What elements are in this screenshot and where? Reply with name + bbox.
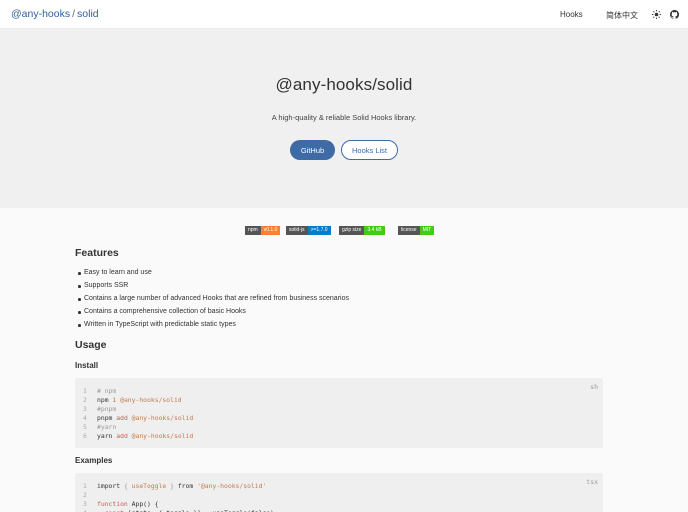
badge-label: gzip size — [339, 226, 365, 235]
code-line: 5 #yarn — [83, 423, 193, 432]
top-navbar: @any-hooks / solid Hooks 简体中文 — [0, 0, 688, 29]
code-token: #yarn — [97, 423, 117, 431]
code-token: import — [97, 482, 124, 490]
code-language-label: sh — [590, 383, 598, 391]
line-number: 3 — [83, 405, 87, 413]
code-token: @any-hooks/solid — [127, 432, 194, 440]
hero-subtitle: A high-quality & reliable Solid Hooks li… — [271, 113, 417, 122]
code-lines: 1 # npm 2 npm i @any-hooks/solid 3 #pnpm 4 pnpm… — [83, 387, 193, 441]
code-token: # npm — [97, 387, 117, 395]
list-item: Supports SSR — [78, 281, 349, 294]
list-item: Contains a comprehensive collection of b… — [78, 307, 349, 320]
line-number: 6 — [83, 432, 87, 440]
install-code-block[interactable]: sh 1 # npm 2 npm i @any-hooks/solid 3 #pnpm 4 p… — [75, 378, 603, 448]
brand-link[interactable]: @any-hooks / solid — [11, 8, 99, 20]
line-number: 1 — [83, 387, 87, 395]
badge-label: solid-js — [286, 226, 308, 235]
line-number: 2 — [83, 396, 87, 404]
line-number: 5 — [83, 423, 87, 431]
code-token: from — [177, 482, 198, 490]
code-language-label: tsx — [586, 478, 598, 486]
line-number: 3 — [83, 500, 87, 508]
code-line: 3 function App() { — [83, 500, 274, 509]
badge-value: >=1.7.0 — [307, 226, 331, 235]
code-token: add — [116, 414, 128, 422]
nav-language-switch[interactable]: 简体中文 — [606, 10, 638, 21]
code-token: @any-hooks/solid — [127, 414, 194, 422]
install-heading: Install — [75, 361, 99, 370]
hero-title: @any-hooks/solid — [275, 75, 413, 94]
code-token: { — [123, 482, 132, 490]
features-list: Easy to learn and use Supports SSR Conta… — [78, 268, 349, 333]
line-number: 1 — [83, 482, 87, 490]
examples-heading: Examples — [75, 456, 113, 465]
code-token: function — [97, 500, 128, 508]
hooks-list-button[interactable]: Hooks List — [341, 140, 398, 160]
code-token: add — [116, 432, 128, 440]
solid-js-badge[interactable]: solid-js >=1.7.0 — [286, 226, 331, 235]
badge-label: npm — [245, 226, 261, 235]
code-token: '@any-hooks/solid' — [197, 482, 267, 490]
code-token: App() { — [127, 500, 159, 508]
code-line: 1 # npm — [83, 387, 193, 396]
nav-hooks-link[interactable]: Hooks — [560, 10, 583, 19]
brand-package: solid — [77, 8, 99, 20]
code-token: npm — [97, 396, 113, 404]
list-item: Easy to learn and use — [78, 268, 349, 281]
features-heading: Features — [75, 247, 119, 259]
code-line: 3 #pnpm — [83, 405, 193, 414]
badge-row: npm v0.1.0 solid-js >=1.7.0 gzip size 3.4 k… — [0, 226, 688, 235]
code-line: 6 yarn add @any-hooks/solid — [83, 432, 193, 441]
list-item: Written in TypeScript with predictable s… — [78, 320, 349, 333]
example-code-block[interactable]: tsx 1 import { useToggle } from '@any-hoo… — [75, 473, 603, 512]
code-line: 1 import { useToggle } from '@any-hooks/s… — [83, 482, 274, 491]
brand-separator: / — [72, 8, 76, 20]
npm-badge[interactable]: npm v0.1.0 — [245, 226, 281, 235]
code-lines: 1 import { useToggle } from '@any-hooks/s… — [83, 482, 274, 512]
code-line: 2 — [83, 491, 274, 500]
code-token: #pnpm — [97, 405, 117, 413]
badge-value: v0.1.0 — [260, 226, 281, 235]
code-line: 4 pnpm add @any-hooks/solid — [83, 414, 193, 423]
badge-value: 3.4 kB — [364, 226, 385, 235]
line-number: 4 — [83, 414, 87, 422]
license-badge[interactable]: license MIT — [398, 226, 435, 235]
code-token: } — [166, 482, 178, 490]
code-token: @any-hooks/solid — [116, 396, 182, 404]
code-line: 2 npm i @any-hooks/solid — [83, 396, 193, 405]
code-token: yarn — [97, 432, 117, 440]
list-item: Contains a large number of advanced Hook… — [78, 294, 349, 307]
code-token: useToggle — [131, 482, 167, 490]
usage-heading: Usage — [75, 339, 107, 351]
sun-icon[interactable] — [650, 8, 662, 20]
gzip-size-badge[interactable]: gzip size 3.4 kB — [339, 226, 385, 235]
github-button[interactable]: GitHub — [290, 140, 335, 160]
brand-scope: @any-hooks — [11, 8, 71, 20]
hero-section: @any-hooks/solid A high-quality & reliab… — [0, 29, 688, 208]
code-token: pnpm — [97, 414, 117, 422]
github-icon[interactable] — [668, 8, 680, 20]
badge-label: license — [398, 226, 420, 235]
line-number: 2 — [83, 491, 87, 499]
badge-value: MIT — [419, 226, 435, 235]
